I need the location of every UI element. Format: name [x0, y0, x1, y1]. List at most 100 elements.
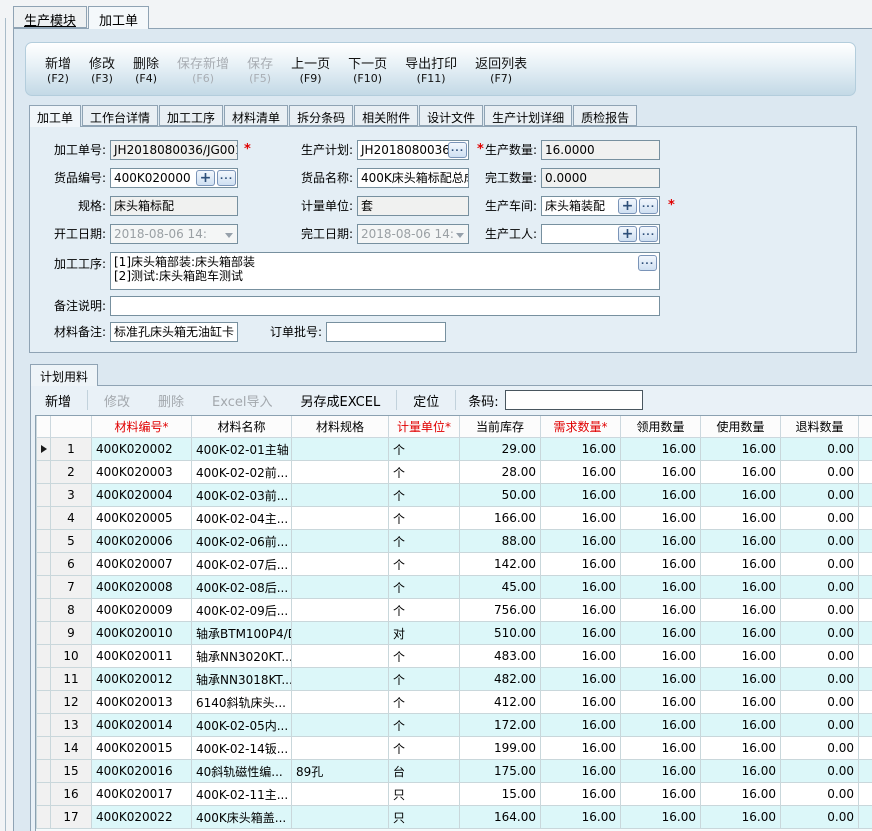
cell-returned[interactable]: 0.00	[780, 483, 859, 507]
cell-code[interactable]: 400K020006	[91, 529, 192, 553]
column-header-5[interactable]: 需求数量*	[540, 416, 621, 438]
cell-name[interactable]: 400K-02-09后...	[191, 598, 292, 622]
row-indicator[interactable]	[36, 621, 51, 645]
cell-used[interactable]: 16.00	[700, 736, 781, 760]
cell-stock[interactable]: 45.00	[459, 575, 541, 599]
row-indicator[interactable]	[36, 736, 51, 760]
cell-code[interactable]: 400K020016	[91, 759, 192, 783]
row-indicator[interactable]	[36, 690, 51, 714]
materials-toolbar-button-4[interactable]: 另存成EXCEL	[286, 391, 394, 410]
cell-used[interactable]: 16.00	[700, 690, 781, 714]
cell-returned[interactable]: 0.00	[780, 644, 859, 668]
row-number[interactable]: 5	[50, 529, 92, 553]
worker-lookup-button[interactable]: ...	[639, 226, 658, 242]
cell-unit[interactable]: 只	[388, 805, 460, 829]
window-tab-0[interactable]: 生产模块	[13, 6, 88, 29]
cell-issued[interactable]: 16.00	[620, 805, 701, 829]
cell-code[interactable]: 400K020005	[91, 506, 192, 530]
cell-spec[interactable]	[291, 460, 389, 484]
cell-unit[interactable]: 台	[388, 759, 460, 783]
cell-stock[interactable]: 756.00	[459, 598, 541, 622]
cell-name[interactable]: 400K-02-05内...	[191, 713, 292, 737]
cell-used[interactable]: 16.00	[700, 460, 781, 484]
cell-unit[interactable]: 个	[388, 598, 460, 622]
cell-stock[interactable]: 28.00	[459, 460, 541, 484]
cell-demand[interactable]: 16.00	[540, 805, 621, 829]
cell-name[interactable]: 400K-02-11主...	[191, 782, 292, 806]
cell-code[interactable]: 400K020017	[91, 782, 192, 806]
cell-unit[interactable]: 个	[388, 529, 460, 553]
detail-tab-0[interactable]: 加工单	[29, 105, 82, 127]
cell-issued[interactable]: 16.00	[620, 759, 701, 783]
cell-stock[interactable]: 164.00	[459, 805, 541, 829]
start-date-field[interactable]: 2018-08-06 14:	[110, 224, 238, 244]
cell-unit[interactable]: 个	[388, 460, 460, 484]
process-field[interactable]: [1]床头箱部装:床头箱部装 [2]测试:床头箱跑车测试 ...	[110, 252, 660, 290]
cell-stock[interactable]: 142.00	[459, 552, 541, 576]
cell-spec[interactable]	[291, 690, 389, 714]
cell-returned[interactable]: 0.00	[780, 575, 859, 599]
material-note-field[interactable]: 标准孔床头箱无油缸卡	[110, 322, 238, 342]
toolbar-button-0[interactable]: 新增 (F2)	[36, 51, 80, 87]
cell-stock[interactable]: 166.00	[459, 506, 541, 530]
row-indicator[interactable]	[36, 598, 51, 622]
cell-spec[interactable]	[291, 736, 389, 760]
row-indicator[interactable]	[36, 805, 51, 829]
item-name-field[interactable]: 400K床头箱标配总成	[357, 168, 469, 188]
process-lookup-button[interactable]: ...	[638, 255, 657, 271]
cell-used[interactable]: 16.00	[700, 644, 781, 668]
cell-name[interactable]: 400K-02-01主轴	[191, 437, 292, 461]
cell-name[interactable]: 轴承NN3018KT...	[191, 667, 292, 691]
cell-used[interactable]: 16.00	[700, 805, 781, 829]
cell-issued[interactable]: 16.00	[620, 667, 701, 691]
cell-stock[interactable]: 15.00	[459, 782, 541, 806]
remark-field[interactable]	[110, 296, 660, 316]
row-number[interactable]: 11	[50, 667, 92, 691]
cell-returned[interactable]: 0.00	[780, 552, 859, 576]
cell-demand[interactable]: 16.00	[540, 529, 621, 553]
row-number[interactable]: 10	[50, 644, 92, 668]
row-number[interactable]: 1	[50, 437, 92, 461]
cell-code[interactable]: 400K020011	[91, 644, 192, 668]
cell-spec[interactable]	[291, 437, 389, 461]
column-header-7[interactable]: 使用数量	[700, 416, 781, 438]
cell-issued[interactable]: 16.00	[620, 506, 701, 530]
row-indicator[interactable]	[36, 575, 51, 599]
cell-demand[interactable]: 16.00	[540, 667, 621, 691]
cell-demand[interactable]: 16.00	[540, 575, 621, 599]
cell-returned[interactable]: 0.00	[780, 529, 859, 553]
cell-demand[interactable]: 16.00	[540, 460, 621, 484]
cell-issued[interactable]: 16.00	[620, 736, 701, 760]
cell-unit[interactable]: 个	[388, 437, 460, 461]
cell-issued[interactable]: 16.00	[620, 483, 701, 507]
row-number[interactable]: 2	[50, 460, 92, 484]
cell-returned[interactable]: 0.00	[780, 621, 859, 645]
column-header-3[interactable]: 计量单位*	[388, 416, 460, 438]
cell-name[interactable]: 400K-02-02前...	[191, 460, 292, 484]
cell-used[interactable]: 16.00	[700, 529, 781, 553]
materials-toolbar-button-0[interactable]: 新增	[31, 391, 85, 410]
cell-returned[interactable]: 0.00	[780, 667, 859, 691]
row-number[interactable]: 3	[50, 483, 92, 507]
cell-name[interactable]: 40斜轨磁性编...	[191, 759, 292, 783]
cell-demand[interactable]: 16.00	[540, 506, 621, 530]
toolbar-button-2[interactable]: 删除 (F4)	[124, 51, 168, 87]
cell-code[interactable]: 400K020003	[91, 460, 192, 484]
cell-spec[interactable]	[291, 483, 389, 507]
cell-returned[interactable]: 0.00	[780, 437, 859, 461]
row-number[interactable]: 12	[50, 690, 92, 714]
cell-name[interactable]: 400K-02-04主...	[191, 506, 292, 530]
column-header-8[interactable]: 退料数量	[780, 416, 859, 438]
worker-field[interactable]: + ...	[541, 224, 660, 244]
detail-tab-6[interactable]: 设计文件	[419, 105, 484, 126]
cell-spec[interactable]	[291, 506, 389, 530]
cell-used[interactable]: 16.00	[700, 437, 781, 461]
cell-unit[interactable]: 个	[388, 575, 460, 599]
cell-used[interactable]: 16.00	[700, 598, 781, 622]
cell-used[interactable]: 16.00	[700, 552, 781, 576]
cell-issued[interactable]: 16.00	[620, 529, 701, 553]
cell-returned[interactable]: 0.00	[780, 713, 859, 737]
cell-used[interactable]: 16.00	[700, 621, 781, 645]
column-header-2[interactable]: 材料规格	[291, 416, 389, 438]
row-number[interactable]: 14	[50, 736, 92, 760]
